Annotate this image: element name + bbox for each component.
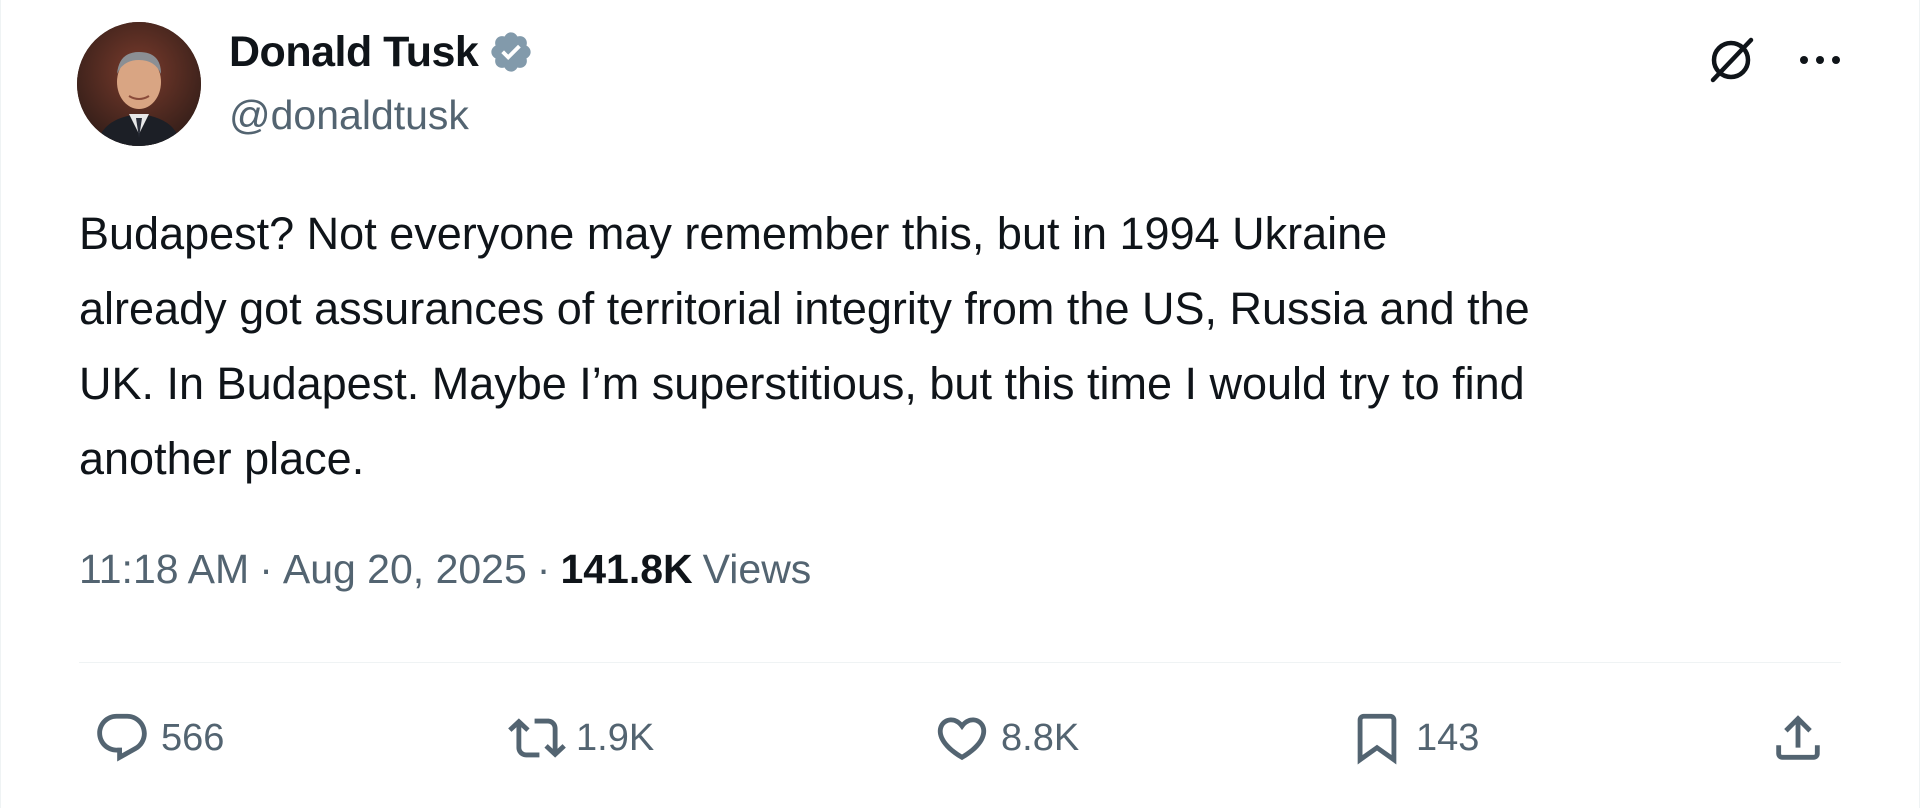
- more-icon[interactable]: [1797, 50, 1843, 70]
- repost-icon: [508, 718, 566, 758]
- top-actions: [1703, 32, 1843, 88]
- tweet-meta: 11:18 AM · Aug 20, 2025 · 141.8K Views: [79, 546, 811, 593]
- share-button[interactable]: [1769, 698, 1827, 778]
- reply-count: 566: [161, 716, 225, 759]
- like-button[interactable]: 8.8K: [933, 698, 1079, 778]
- share-icon: [1776, 715, 1820, 760]
- reply-button[interactable]: 566: [93, 698, 224, 778]
- post-date[interactable]: Aug 20, 2025: [283, 546, 527, 593]
- heart-icon: [937, 717, 987, 761]
- avatar[interactable]: [77, 22, 201, 146]
- divider: [79, 662, 1841, 663]
- like-count: 8.8K: [1001, 716, 1080, 759]
- bookmark-icon: [1357, 713, 1397, 765]
- action-bar: 566 1.9K 8.8K 143: [93, 698, 1827, 778]
- meta-separator: ·: [259, 546, 273, 592]
- author-block: Donald Tusk @donaldtusk: [229, 26, 534, 139]
- tweet-text: Budapest? Not everyone may remember this…: [79, 208, 1530, 484]
- bookmark-button[interactable]: 143: [1348, 698, 1479, 778]
- tweet: Donald Tusk @donaldtusk Budapest? Not ev…: [0, 0, 1920, 808]
- bookmark-count: 143: [1416, 716, 1480, 759]
- repost-button[interactable]: 1.9K: [508, 698, 654, 778]
- post-time[interactable]: 11:18 AM: [79, 546, 249, 593]
- repost-count: 1.9K: [576, 716, 655, 759]
- handle[interactable]: @donaldtusk: [229, 92, 534, 139]
- views-label: Views: [702, 546, 812, 592]
- views-count[interactable]: 141.8K: [560, 546, 692, 593]
- grok-icon[interactable]: [1703, 32, 1759, 88]
- reply-icon: [97, 713, 147, 762]
- display-name[interactable]: Donald Tusk: [229, 28, 479, 77]
- verified-badge-icon: [491, 32, 531, 72]
- meta-separator: ·: [536, 546, 551, 592]
